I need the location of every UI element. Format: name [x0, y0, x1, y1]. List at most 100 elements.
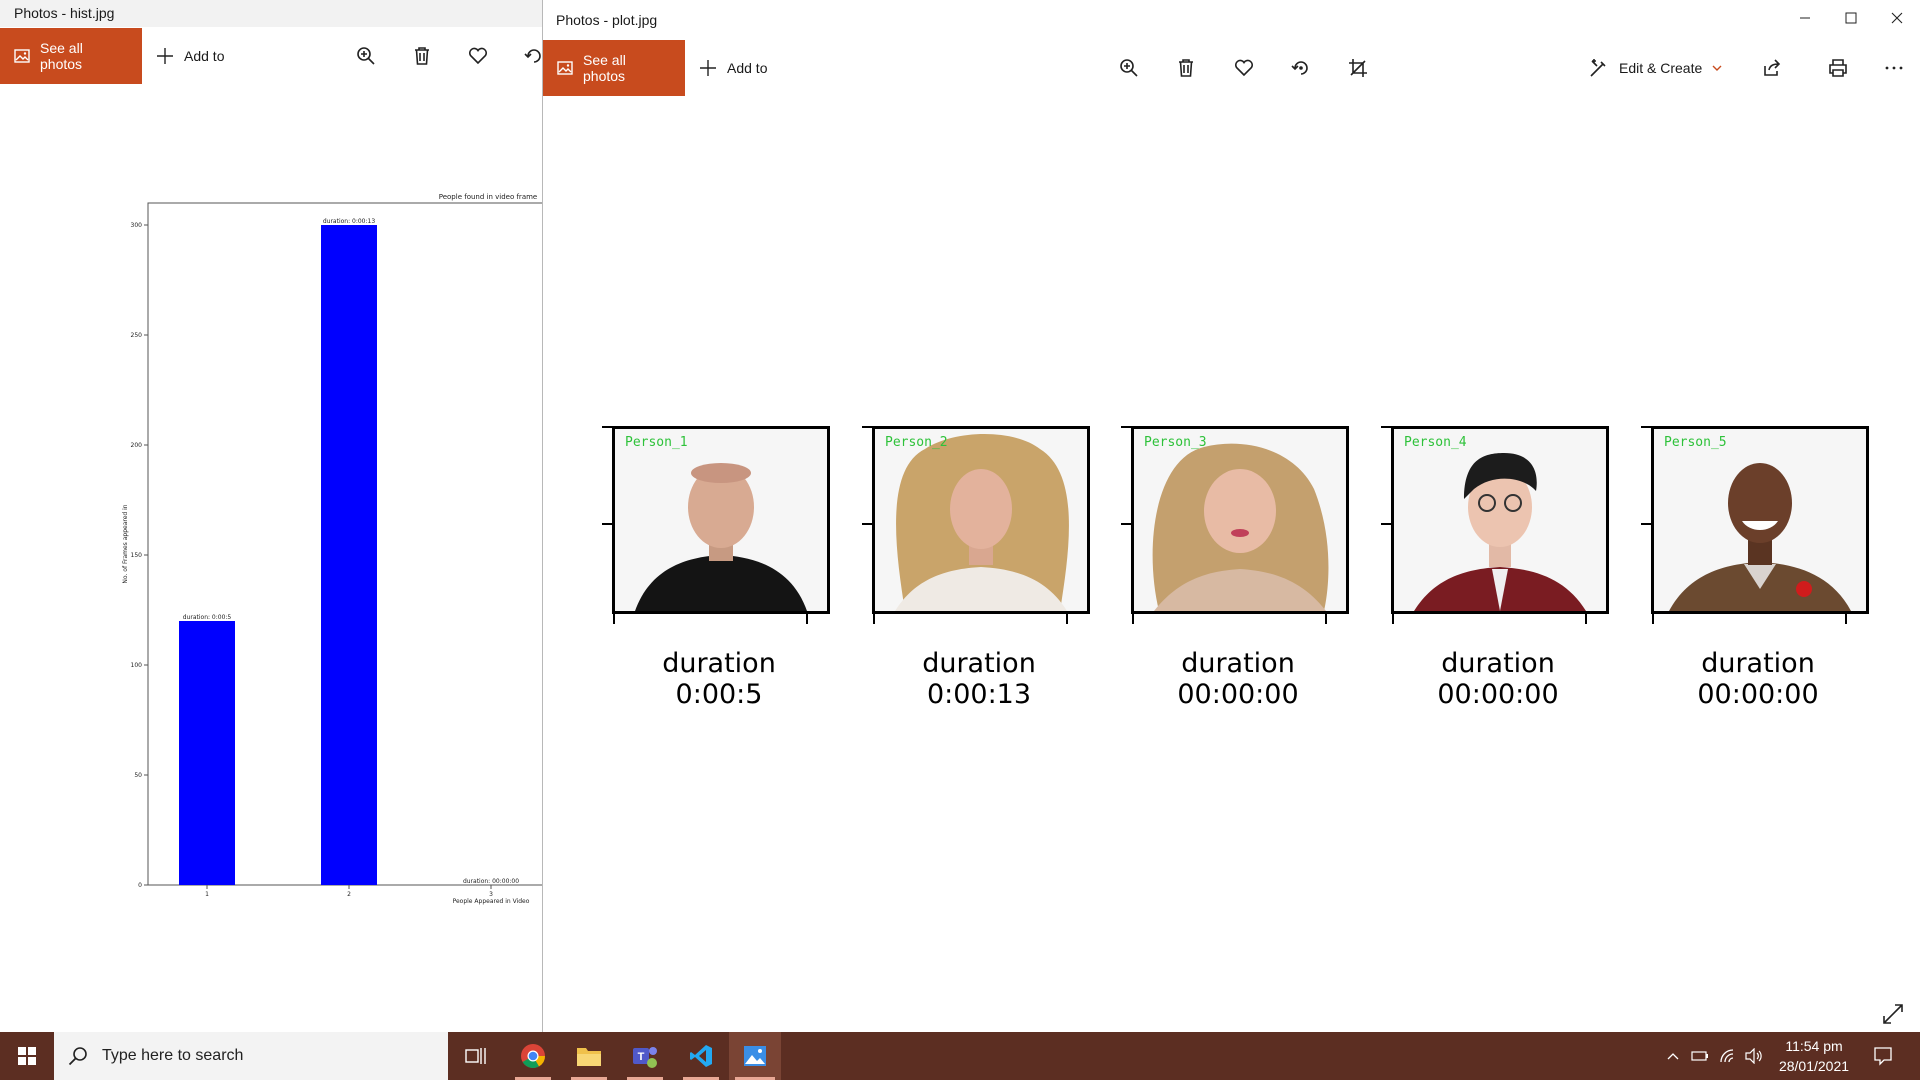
- person-card: Person_3 duration 00:00:00: [1119, 426, 1349, 710]
- caption-line2: 00:00:00: [1437, 679, 1559, 710]
- axis-tick: [1845, 614, 1847, 624]
- close-button[interactable]: [1874, 0, 1920, 36]
- face-image: Person_4: [1391, 426, 1609, 614]
- favorite-button[interactable]: [1230, 54, 1258, 82]
- heart-icon: [1234, 59, 1254, 77]
- speaker-icon: [1745, 1048, 1762, 1064]
- axis-tick: [1325, 614, 1327, 624]
- zoom-button[interactable]: [352, 42, 380, 70]
- start-button[interactable]: [0, 1032, 54, 1080]
- person-label: Person_5: [1664, 435, 1727, 450]
- axis-tick: [1381, 426, 1391, 428]
- person-label: Person_2: [885, 435, 948, 450]
- axis-tick: [1585, 614, 1587, 624]
- axis-tick: [1132, 614, 1134, 624]
- clock[interactable]: 11:54 pm 28/01/2021: [1770, 1032, 1858, 1080]
- zoom-in-icon: [1120, 59, 1138, 77]
- minimize-button[interactable]: [1782, 0, 1828, 36]
- task-view-button[interactable]: [452, 1032, 500, 1080]
- tray-network[interactable]: [1716, 1032, 1740, 1080]
- taskbar-search-box[interactable]: Type here to search: [54, 1032, 448, 1080]
- fullscreen-button[interactable]: [1879, 1000, 1907, 1028]
- x-tick-label: 2: [347, 891, 351, 898]
- bar-label: duration: 0:00:13: [323, 218, 375, 225]
- chevron-up-icon: [1667, 1053, 1679, 1060]
- caption-line1: duration: [662, 648, 776, 679]
- window-title: Photos - plot.jpg: [543, 0, 1920, 40]
- favorite-button[interactable]: [464, 42, 492, 70]
- face-portrait: [895, 434, 1069, 611]
- face-image: Person_3: [1131, 426, 1349, 614]
- y-tick-label: 300: [131, 222, 143, 229]
- duration-caption: duration 00:00:00: [1379, 648, 1617, 710]
- window-title: Photos - hist.jpg: [0, 0, 543, 27]
- bar: [321, 225, 377, 885]
- axis-tick: [602, 523, 612, 525]
- crop-button[interactable]: [1344, 54, 1372, 82]
- edit-create-button[interactable]: Edit & Create: [1589, 40, 1722, 96]
- show-hidden-icons-button[interactable]: [1662, 1032, 1684, 1080]
- crop-icon: [1349, 59, 1367, 77]
- axis-tick: [862, 523, 872, 525]
- more-options-button[interactable]: [1880, 54, 1908, 82]
- see-all-photos-button[interactable]: See all photos: [543, 40, 685, 96]
- delete-button[interactable]: [408, 42, 436, 70]
- svg-text:T: T: [638, 1051, 645, 1063]
- clock-time: 11:54 pm: [1785, 1038, 1843, 1054]
- taskbar-vscode[interactable]: [677, 1032, 725, 1080]
- x-tick-label: 1: [205, 891, 209, 898]
- histogram-chart: People found in video frame People Appea…: [122, 193, 543, 905]
- taskbar-chrome[interactable]: [509, 1032, 557, 1080]
- notification-icon: [1874, 1047, 1892, 1066]
- tray-volume[interactable]: [1742, 1032, 1766, 1080]
- caption-line2: 00:00:00: [1177, 679, 1299, 710]
- tray-device[interactable]: [1688, 1032, 1712, 1080]
- battery-icon: [1691, 1051, 1708, 1061]
- photos-icon: [14, 49, 30, 63]
- axis-tick: [602, 426, 612, 428]
- axis-tick: [1641, 426, 1651, 428]
- axis-tick: [1381, 523, 1391, 525]
- y-tick-label: 150: [131, 552, 143, 559]
- caption-line2: 0:00:13: [926, 679, 1032, 710]
- share-icon: [1764, 59, 1781, 76]
- taskbar-photos[interactable]: [729, 1032, 781, 1080]
- duration-caption: duration 00:00:00: [1119, 648, 1357, 710]
- caption-line1: duration: [1701, 648, 1815, 679]
- rotate-button[interactable]: [1287, 54, 1315, 82]
- photos-window-plot: Photos - plot.jpg See all photos Add to: [542, 0, 1920, 1032]
- face-image: Person_2: [872, 426, 1090, 614]
- teams-icon: T: [633, 1047, 657, 1068]
- maximize-button[interactable]: [1828, 0, 1874, 36]
- delete-button[interactable]: [1172, 54, 1200, 82]
- zoom-button[interactable]: [1115, 54, 1143, 82]
- action-center-button[interactable]: [1862, 1032, 1904, 1080]
- rotate-button[interactable]: [520, 42, 543, 70]
- y-tick-label: 250: [131, 332, 143, 339]
- taskbar-teams[interactable]: T: [621, 1032, 669, 1080]
- chrome-icon: [521, 1044, 545, 1069]
- photos-icon: [557, 61, 573, 75]
- photos-toolbar: See all photos Add to Edit & Create: [543, 40, 1920, 96]
- add-to-button[interactable]: Add to: [156, 28, 224, 84]
- caption-line2: 0:00:5: [675, 679, 763, 710]
- face-portrait: [1152, 443, 1329, 611]
- print-button[interactable]: [1824, 54, 1852, 82]
- bar-label: duration: 00:00:00: [463, 878, 519, 885]
- caption-line1: duration: [922, 648, 1036, 679]
- axis-tick: [613, 614, 615, 624]
- photos-app-icon: [744, 1046, 766, 1066]
- person-card: Person_1 duration 0:00:5: [600, 426, 830, 710]
- share-button[interactable]: [1758, 54, 1786, 82]
- axis-tick: [1652, 614, 1654, 624]
- taskbar-file-explorer[interactable]: [565, 1032, 613, 1080]
- edit-create-label: Edit & Create: [1619, 60, 1703, 76]
- add-to-button[interactable]: Add to: [699, 40, 767, 96]
- rotate-icon: [1291, 61, 1308, 75]
- chevron-down-icon: [1712, 65, 1722, 71]
- see-all-photos-button[interactable]: See all photos: [0, 28, 142, 84]
- plus-icon: [157, 48, 173, 64]
- search-placeholder: Type here to search: [102, 1047, 244, 1064]
- face-image: Person_1: [612, 426, 830, 614]
- y-tick-label: 200: [131, 442, 143, 449]
